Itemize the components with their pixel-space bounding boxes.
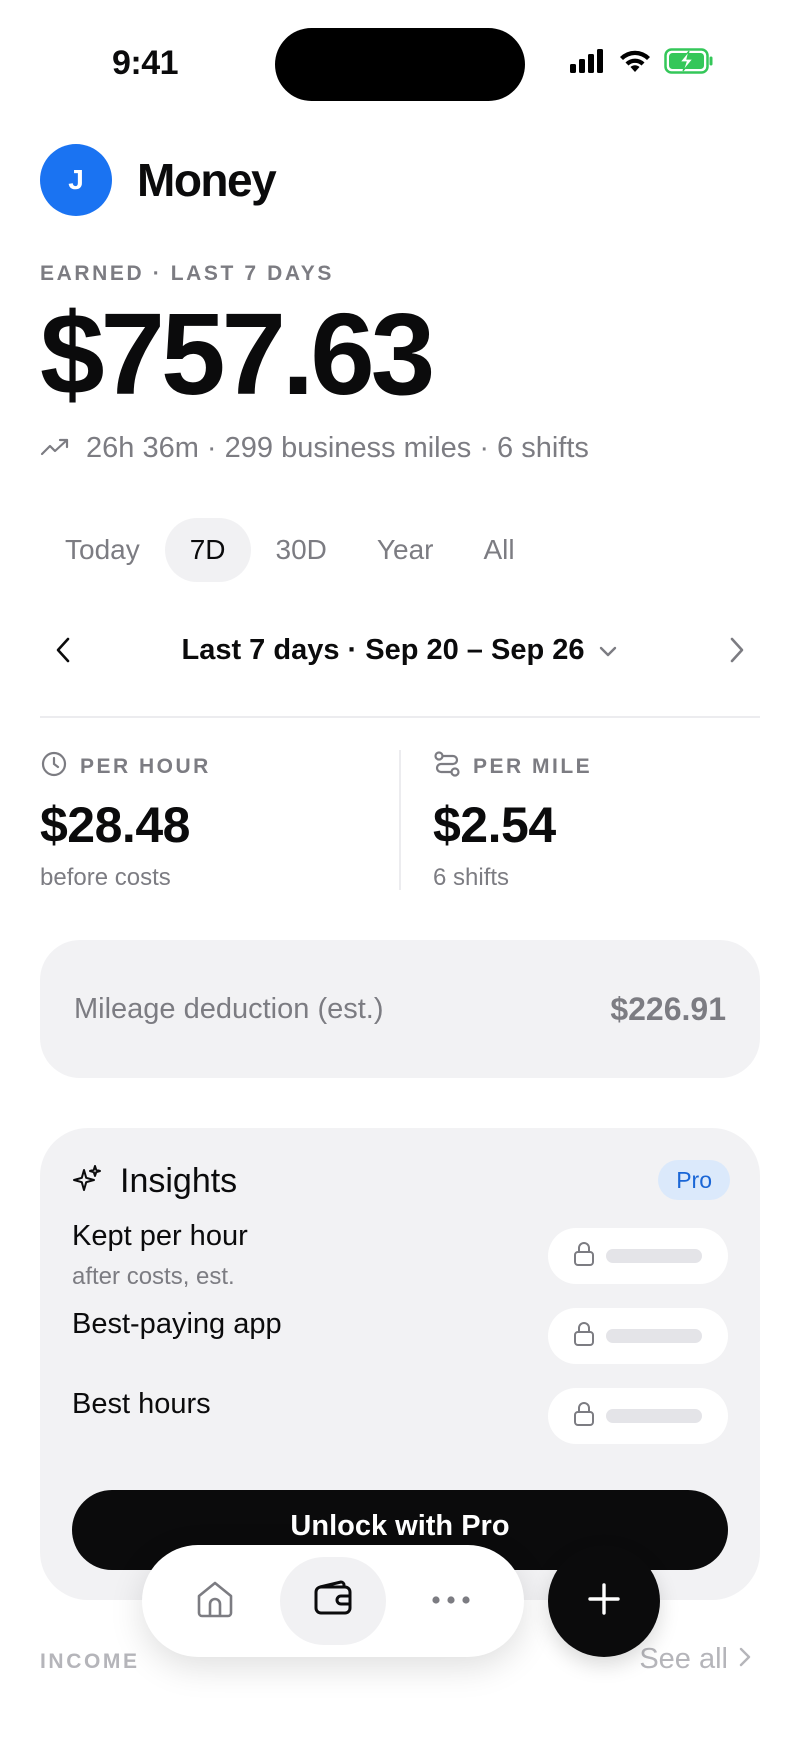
tab-today[interactable]: Today: [40, 518, 165, 582]
per-hour-label: PER HOUR: [80, 755, 211, 778]
sparkles-icon: [72, 1164, 102, 1199]
metric-divider: [399, 750, 401, 890]
mileage-label: Mileage deduction (est.): [74, 992, 384, 1025]
page-title: Money: [137, 154, 277, 206]
locked-bar: [606, 1409, 702, 1423]
insights-title: Insights: [120, 1162, 238, 1200]
lock-icon: [572, 1401, 596, 1432]
status-bar: 9:41: [0, 0, 800, 120]
lock-icon: [572, 1241, 596, 1272]
route-icon: [433, 750, 461, 784]
mileage-value: $226.91: [610, 990, 726, 1027]
status-icons: [570, 48, 714, 79]
earnings-summary: 26h 36m · 299 business miles · 6 shifts: [40, 432, 589, 465]
lock-icon: [572, 1321, 596, 1352]
per-mile-value: $2.54: [433, 797, 556, 853]
tab-more[interactable]: [398, 1557, 504, 1645]
locked-value-pill: [548, 1308, 728, 1364]
plus-icon: [586, 1581, 622, 1622]
see-all-label: See all: [639, 1643, 728, 1675]
summary-text: 26h 36m · 299 business miles · 6 shifts: [86, 432, 589, 464]
wallet-icon: [311, 1577, 355, 1626]
range-tabs: Today 7D 30D Year All: [40, 518, 540, 582]
locked-value-pill: [548, 1388, 728, 1444]
tab-all[interactable]: All: [458, 518, 539, 582]
avatar-initial: J: [68, 164, 84, 195]
insights-card: Insights Pro Kept per hour after costs, …: [40, 1128, 760, 1600]
insights-header: Insights: [72, 1162, 237, 1201]
tab-30d[interactable]: 30D: [251, 518, 352, 582]
per-mile-label: PER MILE: [473, 755, 593, 778]
income-label: INCOME: [40, 1650, 140, 1673]
insight-row: Best-paying app: [72, 1308, 728, 1368]
home-icon: [193, 1577, 237, 1626]
avatar[interactable]: J: [40, 144, 112, 216]
tab-home[interactable]: [162, 1557, 268, 1645]
per-mile-metric: PER MILE $2.54 6 shifts: [433, 750, 592, 892]
tab-7d[interactable]: 7D: [164, 518, 251, 582]
locked-bar: [606, 1329, 702, 1343]
wifi-icon: [618, 48, 652, 79]
battery-charging-icon: [664, 48, 714, 79]
status-time: 9:41: [112, 44, 179, 82]
period-label: Last 7 days · Sep 20 – Sep 26: [181, 633, 585, 666]
see-all-link[interactable]: See all: [639, 1643, 752, 1676]
earned-label: EARNED · LAST 7 DAYS: [40, 262, 334, 285]
mileage-deduction-card[interactable]: Mileage deduction (est.) $226.91: [40, 940, 760, 1078]
chevron-right-icon[interactable]: [712, 626, 760, 674]
chevron-down-icon: [598, 634, 618, 667]
dynamic-island: [275, 28, 525, 101]
insight-row: Kept per hour after costs, est.: [72, 1220, 728, 1290]
trending-up-icon: [40, 432, 70, 465]
per-mile-label-row: PER MILE: [433, 750, 592, 784]
signal-icon: [570, 49, 606, 78]
add-button[interactable]: [548, 1545, 660, 1657]
clock-icon: [40, 750, 68, 784]
tab-bar: [142, 1545, 524, 1657]
insight-row: Best hours: [72, 1388, 728, 1448]
per-hour-value: $28.48: [40, 797, 190, 853]
more-icon: [431, 1592, 471, 1610]
locked-bar: [606, 1249, 702, 1263]
per-hour-sub: before costs: [40, 864, 171, 891]
pro-badge: Pro: [658, 1160, 730, 1200]
per-hour-label-row: PER HOUR: [40, 750, 211, 784]
chevron-right-icon: [738, 1643, 752, 1676]
per-mile-sub: 6 shifts: [433, 864, 510, 891]
chevron-left-icon[interactable]: [40, 626, 88, 674]
locked-value-pill: [548, 1228, 728, 1284]
period-navigator: Last 7 days · Sep 20 – Sep 26: [40, 620, 760, 680]
divider: [40, 716, 760, 718]
tab-year[interactable]: Year: [352, 518, 459, 582]
per-hour-metric: PER HOUR $28.48 before costs: [40, 750, 211, 892]
header: J Money: [40, 144, 277, 216]
period-selector[interactable]: Last 7 days · Sep 20 – Sep 26: [182, 634, 619, 667]
earned-amount: $757.63: [40, 289, 435, 419]
tab-wallet[interactable]: [280, 1557, 386, 1645]
